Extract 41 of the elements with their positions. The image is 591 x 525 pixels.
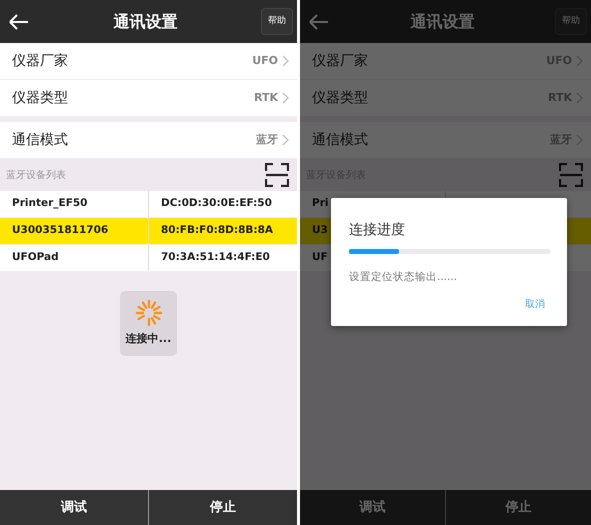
device-name: Pri [312, 196, 328, 212]
spinner-icon [134, 299, 162, 328]
setting-value: 蓝牙 [256, 132, 278, 148]
dialog-message: 设置定位状态输出...... [349, 270, 458, 285]
device-row[interactable]: UFOPad 70:3A:51:14:4F:E0 [0, 245, 297, 272]
back-icon[interactable] [8, 12, 30, 30]
setting-row[interactable]: 通信模式 蓝牙 [0, 122, 297, 159]
loading-text: 连接中... [126, 331, 172, 348]
setting-label: 通信模式 [12, 130, 68, 150]
device-name: Printer_EF50 [12, 196, 88, 212]
device-address: 70:3A:51:14:4F:E0 [161, 250, 270, 266]
device-address: DC:0D:30:0E:EF:50 [161, 196, 272, 212]
chevron-right-icon [576, 55, 583, 67]
device-address: 80:FB:F0:8D:8B:8A [161, 223, 274, 238]
setting-label: 通信模式 [312, 130, 368, 150]
setting-value: RTK [254, 90, 278, 106]
setting-label: 仪器厂家 [312, 52, 368, 70]
chevron-right-icon [576, 134, 583, 146]
scan-icon [559, 163, 583, 187]
screen-title: 通讯设置 [410, 10, 474, 32]
chevron-right-icon [282, 55, 289, 67]
setting-row[interactable]: 仪器厂家 UFO [0, 43, 297, 80]
setting-label: 仪器类型 [12, 88, 68, 108]
device-name: U3 [312, 223, 328, 238]
chevron-right-icon [576, 92, 583, 104]
device-row[interactable]: U300351811706 80:FB:F0:8D:8B:8A [0, 218, 297, 245]
scan-icon [265, 163, 289, 187]
chevron-right-icon [282, 134, 289, 146]
setting-label: 仪器类型 [312, 88, 368, 108]
device-row[interactable]: Printer_EF50 DC:0D:30:0E:EF:50 [0, 191, 297, 218]
setting-value: UFO [252, 52, 278, 69]
setting-label: 仪器厂家 [12, 52, 68, 70]
device-name: U300351811706 [12, 223, 108, 238]
dialog-title: 连接进度 [349, 221, 406, 240]
section-title: 蓝牙设备列表 [6, 168, 66, 182]
help-button[interactable]: 帮助 [261, 8, 293, 36]
chevron-right-icon [282, 92, 289, 104]
setting-row[interactable]: 仪器类型 RTK [0, 80, 297, 117]
device-name: UFOPad [12, 250, 59, 266]
screen-title: 通讯设置 [114, 10, 178, 32]
device-name: UF [312, 250, 328, 266]
